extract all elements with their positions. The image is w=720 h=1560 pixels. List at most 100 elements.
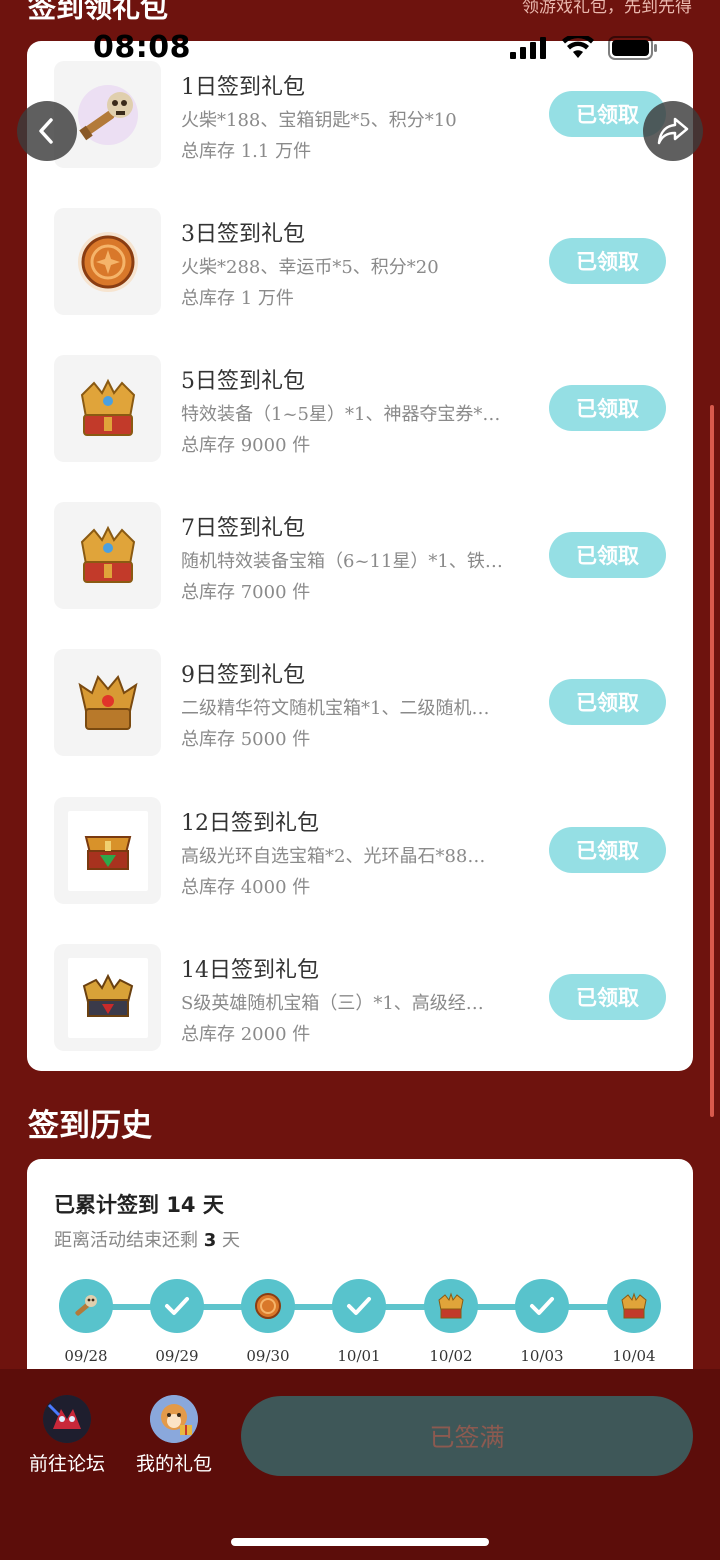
gift-title: 12日签到礼包 [181,811,319,836]
status-icons [510,36,658,60]
gift-title: 9日签到礼包 [181,663,305,688]
claimed-button[interactable]: 已领取 [549,532,666,578]
history-day [424,1279,478,1333]
forum-link[interactable]: 前往论坛 [22,1395,112,1476]
gift-thumb-frame [67,810,148,891]
claimed-button[interactable]: 已领取 [549,827,666,873]
gift-desc: 随机特效装备宝箱（6~11星）*1、铁… [181,551,503,572]
gift-stock: 总库存 1 万件 [181,288,294,309]
check-icon [165,1297,189,1315]
gift-row: 12日签到礼包 高级光环自选宝箱*2、光环晶石*88… 总库存 4000 件 已… [27,797,693,905]
gift-row: 3日签到礼包 火柴*288、幸运币*5、积分*20 总库存 1 万件 已领取 [27,208,693,316]
history-title: 签到历史 [28,1108,152,1144]
gift-bag-icon [150,1395,198,1443]
share-icon [657,117,689,145]
gift-desc: 特效装备（1~5星）*1、神器夺宝券*… [181,404,501,425]
chevron-left-icon [39,118,53,144]
gift-stock: 总库存 5000 件 [181,729,311,750]
gold-chest-icon [438,1292,464,1319]
skull-key-icon [75,1295,97,1316]
gift-desc: S级英雄随机宝箱（三）*1、高级经… [181,993,484,1014]
gift-desc: 高级光环自选宝箱*2、光环晶石*88… [181,846,486,867]
share-button[interactable] [643,101,703,161]
claimed-button[interactable]: 已领取 [549,238,666,284]
bottom-bar: 前往论坛 我的礼包 已签满 [0,1369,720,1560]
history-date: 09/28 [64,1347,108,1365]
history-date: 10/03 [520,1347,564,1365]
history-date: 10/04 [612,1347,656,1365]
claimed-button[interactable]: 已领取 [549,679,666,725]
checkin-total-count: 14 [166,1193,196,1217]
gift-title: 3日签到礼包 [181,222,305,247]
checkin-total-unit: 天 [195,1193,224,1217]
history-date: 09/29 [155,1347,199,1365]
my-gifts-label: 我的礼包 [135,1453,212,1475]
gift-stock: 总库存 1.1 万件 [181,141,312,162]
history-date: 09/30 [246,1347,290,1365]
forum-icon [43,1395,91,1443]
gift-thumb [54,355,161,462]
history-day [150,1279,204,1333]
gold-chest-icon [80,525,135,583]
gift-title: 5日签到礼包 [181,369,305,394]
claimed-button[interactable]: 已领取 [549,974,666,1020]
remaining-days-count: 3 [203,1230,217,1251]
gift-row: 1日签到礼包 火柴*188、宝箱钥匙*5、积分*10 总库存 1.1 万件 已领… [27,61,693,169]
gift-desc: 火柴*188、宝箱钥匙*5、积分*10 [181,110,457,131]
gift-desc: 二级精华符文随机宝箱*1、二级随机… [181,698,490,719]
claimed-button[interactable]: 已领取 [549,385,666,431]
remaining-days-label: 距离活动结束还剩 [54,1230,204,1251]
gift-stock: 总库存 2000 件 [181,1024,311,1045]
gift-thumb [54,649,161,756]
gift-stock: 总库存 4000 件 [181,877,311,898]
history-day [241,1279,295,1333]
history-day [515,1279,569,1333]
checkin-full-button[interactable]: 已签满 [241,1396,693,1476]
gift-row: 9日签到礼包 二级精华符文随机宝箱*1、二级随机… 总库存 5000 件 已领取 [27,649,693,757]
skull-key-icon [77,84,138,145]
gift-stock: 总库存 9000 件 [181,435,311,456]
checkin-total-label: 已累计签到 [54,1193,167,1217]
remaining-days-unit: 天 [216,1230,240,1251]
gift-stock: 总库存 7000 件 [181,582,311,603]
gold-chest-icon [80,378,135,436]
halo-chest-icon [84,835,131,870]
gift-title: 7日签到礼包 [181,516,305,541]
my-gifts-link[interactable]: 我的礼包 [129,1395,219,1476]
gift-thumb [54,208,161,315]
status-time: 08:08 [93,30,191,65]
gift-row: 14日签到礼包 S级英雄随机宝箱（三）*1、高级经… 总库存 2000 件 已领… [27,944,693,1052]
gift-title: 14日签到礼包 [181,958,319,983]
history-day [607,1279,661,1333]
gift-row: 7日签到礼包 随机特效装备宝箱（6~11星）*1、铁… 总库存 7000 件 已… [27,502,693,610]
gift-row: 5日签到礼包 特效装备（1~5星）*1、神器夺宝券*… 总库存 9000 件 已… [27,355,693,463]
lucky-coin-icon [255,1293,281,1319]
gift-thumb [54,797,161,904]
lucky-coin-icon [77,231,138,292]
scrollbar[interactable] [710,405,714,1117]
home-indicator [231,1538,489,1546]
remaining-days: 距离活动结束还剩 3 天 [54,1226,240,1252]
gift-desc: 火柴*288、幸运币*5、积分*20 [181,257,439,278]
gold-chest-icon [621,1292,647,1319]
checkin-total: 已累计签到 14 天 [54,1189,224,1219]
forum-label: 前往论坛 [28,1453,105,1475]
page-title: 签到领礼包 [28,0,169,24]
battery-icon [608,36,657,60]
back-button[interactable] [17,101,77,161]
gift-thumb-frame [67,957,148,1038]
spiked-chest-icon [77,674,138,730]
page-header: 签到领礼包 领游戏礼包，先到先得 [0,0,720,26]
gift-list-card: 1日签到礼包 火柴*188、宝箱钥匙*5、积分*10 总库存 1.1 万件 已领… [27,41,693,1071]
gift-thumb [54,944,161,1051]
history-day [332,1279,386,1333]
gift-title: 1日签到礼包 [181,75,305,100]
history-card: 已累计签到 14 天 距离活动结束还剩 3 天 09/28 09/29 09/3… [27,1159,693,1399]
page-subtitle: 领游戏礼包，先到先得 [522,0,692,17]
check-icon [530,1297,554,1315]
hero-chest-icon [82,973,133,1017]
check-icon [347,1297,371,1315]
wifi-icon [562,36,594,58]
history-date: 10/01 [337,1347,381,1365]
signal-icon [510,37,546,59]
